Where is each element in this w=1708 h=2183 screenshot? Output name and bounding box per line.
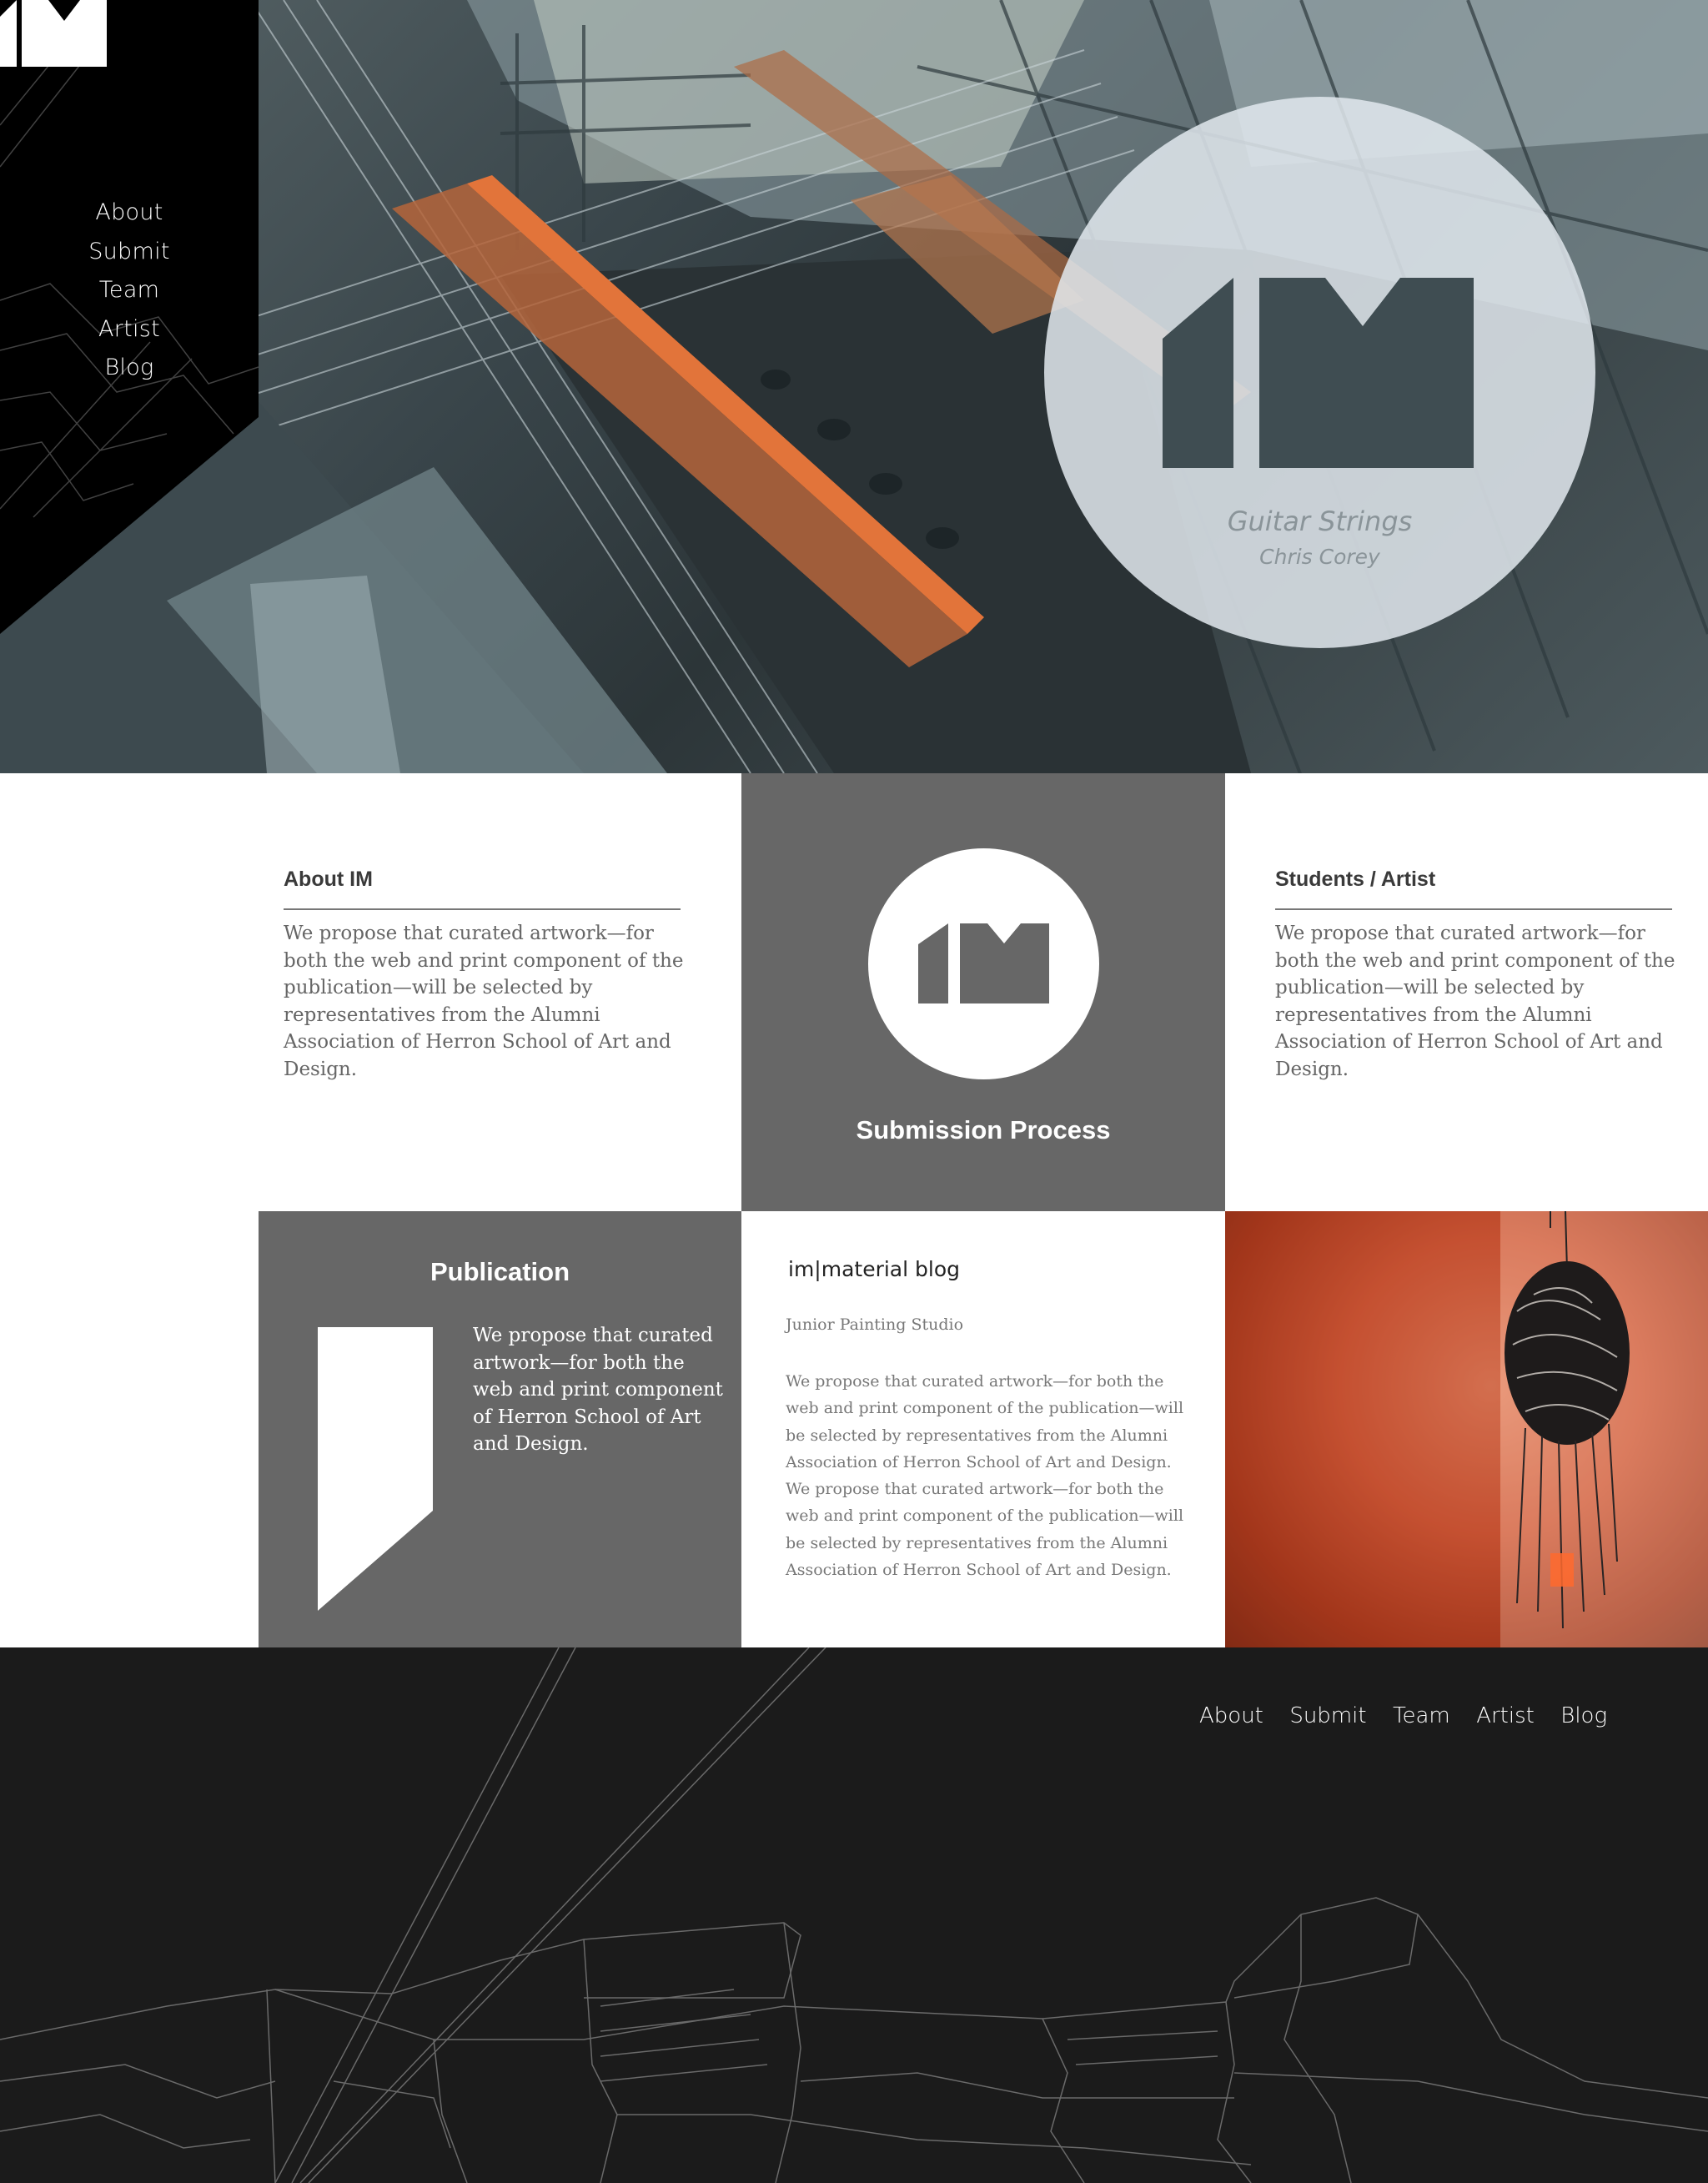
about-heading: About IM: [284, 868, 373, 891]
artwork-title: Guitar Strings: [1227, 506, 1413, 537]
footer: About Submit Team Artist Blog: [0, 1647, 1708, 2183]
sidebar: About Submit Team Artist Blog: [0, 0, 259, 634]
students-artist-section: Students / Artist We propose that curate…: [1225, 773, 1708, 1211]
nav-blog[interactable]: Blog: [0, 349, 259, 388]
publication-body: We propose that curated artwork—for both…: [473, 1325, 723, 1455]
hero-banner: About Submit Team Artist Blog Guitar Str…: [0, 0, 1708, 773]
nav-team[interactable]: Team: [0, 271, 259, 310]
footer-nav-submit[interactable]: Submit: [1289, 1703, 1366, 1728]
nav-artist[interactable]: Artist: [0, 310, 259, 350]
blog-section: im|material blog Junior Painting Studio …: [741, 1211, 1225, 1647]
students-divider: [1275, 908, 1672, 910]
footer-nav: About Submit Team Artist Blog: [1199, 1703, 1630, 1728]
sculpture-photo: [1225, 1211, 1708, 1647]
footer-nav-about[interactable]: About: [1199, 1703, 1263, 1728]
submission-logo-circle: [868, 848, 1099, 1079]
blog-post-title[interactable]: Junior Painting Studio: [786, 1315, 963, 1334]
im-logo-icon: [1163, 278, 1474, 468]
nav-submit[interactable]: Submit: [0, 233, 259, 272]
students-heading: Students / Artist: [1275, 868, 1436, 891]
sculpture-image: [1225, 1211, 1708, 1647]
footer-nav-team[interactable]: Team: [1393, 1703, 1450, 1728]
blog-post-excerpt: We propose that curated artwork—for both…: [786, 1372, 1184, 1580]
featured-artwork-badge[interactable]: Guitar Strings Chris Corey: [1044, 97, 1595, 648]
im-logo-icon: [918, 923, 1049, 1003]
publication-heading: Publication: [430, 1257, 570, 1286]
blog-title[interactable]: im|material blog: [788, 1257, 960, 1281]
students-body: We propose that curated artwork—for both…: [1275, 923, 1675, 1080]
about-divider: [284, 908, 681, 910]
submission-process-label: Submission Process: [856, 1115, 1111, 1144]
im-logo-icon[interactable]: [0, 0, 107, 67]
about-body: We propose that curated artwork—for both…: [284, 923, 684, 1080]
submission-process-tile[interactable]: Submission Process: [741, 773, 1225, 1211]
sidebar-nav: About Submit Team Artist Blog: [0, 194, 259, 388]
publication-tile[interactable]: Publication We propose that curated artw…: [259, 1211, 741, 1647]
publication-bookmark-icon: [318, 1327, 433, 1611]
about-section: About IM We propose that curated artwork…: [259, 773, 741, 1211]
footer-nav-blog[interactable]: Blog: [1560, 1703, 1607, 1728]
nav-about[interactable]: About: [0, 194, 259, 233]
artwork-artist: Chris Corey: [1259, 545, 1380, 569]
footer-nav-artist[interactable]: Artist: [1476, 1703, 1535, 1728]
